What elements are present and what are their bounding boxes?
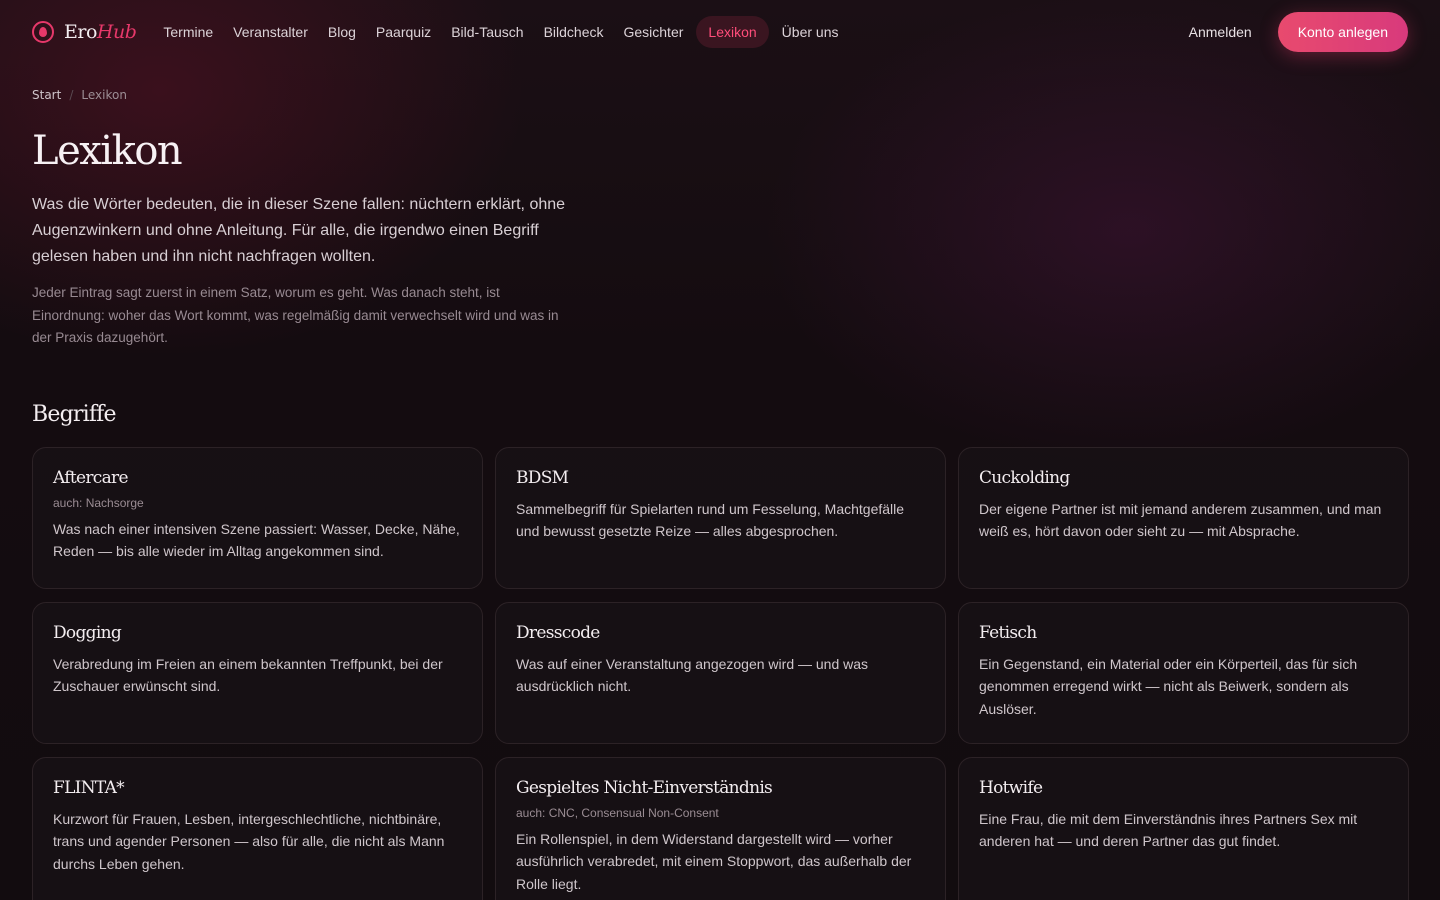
term-card-flinta[interactable]: FLINTA* Kurzwort für Frauen, Lesben, int… — [32, 756, 483, 900]
term-description: Der eigene Partner ist mit jemand andere… — [979, 500, 1382, 540]
nav-link-blog[interactable]: Blog — [321, 16, 363, 48]
nav-link-ueber-uns[interactable]: Über uns — [775, 16, 846, 48]
nav-link-veranstalter[interactable]: Veranstalter — [226, 16, 315, 48]
term-description: Was nach einer intensiven Szene passiert… — [53, 520, 460, 560]
brand-name: EroHub — [64, 21, 137, 43]
nav-link-lexikon[interactable]: Lexikon — [696, 16, 769, 48]
section-title: Begriffe — [32, 401, 117, 427]
signup-button[interactable]: Konto anlegen — [1277, 12, 1408, 52]
term-title: Fetisch — [979, 622, 1037, 643]
main-menu: Termine Veranstalter Blog Paarquiz Bild-… — [156, 16, 845, 48]
page-intro: Jeder Eintrag sagt zuerst in einem Satz,… — [32, 285, 559, 345]
brand-name-part2: Hub — [96, 21, 137, 43]
breadcrumb-separator: / — [69, 88, 74, 102]
term-title: Aftercare — [53, 467, 129, 488]
term-description: Sammelbegriff für Spielarten rund um Fes… — [516, 500, 905, 540]
term-description: Verabredung im Freien an einem bekannten… — [53, 655, 443, 695]
brand-name-part1: Ero — [64, 21, 97, 43]
term-title: Cuckolding — [979, 467, 1070, 488]
nav-link-bildcheck[interactable]: Bildcheck — [537, 16, 611, 48]
term-card-dogging[interactable]: Dogging Verabredung im Freien an einem b… — [32, 601, 483, 744]
term-card-bdsm[interactable]: BDSM Sammelbegriff für Spielarten rund u… — [495, 446, 946, 589]
term-description: Was auf einer Veranstaltung angezogen wi… — [516, 655, 869, 695]
term-card-dresscode[interactable]: Dresscode Was auf einer Veranstaltung an… — [495, 601, 946, 744]
nav-link-paarquiz[interactable]: Paarquiz — [369, 16, 438, 48]
term-card-cnc[interactable]: Gespieltes Nicht-Einverständnis auch: CN… — [495, 756, 946, 900]
term-card-aftercare[interactable]: Aftercare auch: Nachsorge Was nach einer… — [32, 446, 483, 589]
term-description: Ein Rollenspiel, in dem Widerstand darge… — [516, 830, 912, 892]
account-actions: Anmelden Konto anlegen — [1189, 12, 1408, 52]
page-title: Lexikon — [32, 128, 183, 174]
term-card-hotwife[interactable]: Hotwife Eine Frau, die mit dem Einverstä… — [958, 756, 1409, 900]
term-title: Dresscode — [516, 622, 600, 643]
brand-logo[interactable]: EroHub — [32, 21, 137, 43]
nav-link-bild-tausch[interactable]: Bild-Tausch — [444, 16, 530, 48]
term-title: BDSM — [516, 467, 569, 488]
term-description: Ein Gegenstand, ein Material oder ein Kö… — [979, 655, 1358, 717]
nav-link-termine[interactable]: Termine — [156, 16, 220, 48]
term-title: Gespieltes Nicht-Einverständnis — [516, 777, 773, 798]
hero-section: Start / Lexikon Lexikon Was die Wörter b… — [0, 64, 1440, 350]
term-description: Kurzwort für Frauen, Lesben, intergeschl… — [53, 810, 445, 872]
top-navigation: EroHub Termine Veranstalter Blog Paarqui… — [0, 0, 1440, 64]
flame-icon — [32, 21, 54, 43]
term-title: FLINTA* — [53, 777, 125, 798]
term-description: Eine Frau, die mit dem Einverständnis ih… — [979, 810, 1358, 850]
breadcrumb: Start / Lexikon — [32, 88, 1408, 102]
term-card-fetisch[interactable]: Fetisch Ein Gegenstand, ein Material ode… — [958, 601, 1409, 744]
breadcrumb-home[interactable]: Start — [32, 88, 61, 102]
breadcrumb-current: Lexikon — [81, 88, 127, 102]
terms-grid: Aftercare auch: Nachsorge Was nach einer… — [0, 427, 1440, 900]
nav-link-gesichter[interactable]: Gesichter — [616, 16, 690, 48]
term-title: Dogging — [53, 622, 122, 643]
term-card-cuckolding[interactable]: Cuckolding Der eigene Partner ist mit je… — [958, 446, 1409, 589]
term-title: Hotwife — [979, 777, 1043, 798]
login-link[interactable]: Anmelden — [1189, 24, 1252, 40]
page-lead: Was die Wörter bedeuten, die in dieser S… — [32, 196, 566, 265]
term-alias: auch: CNC, Consensual Non-Consent — [516, 805, 719, 820]
term-alias: auch: Nachsorge — [53, 495, 144, 510]
